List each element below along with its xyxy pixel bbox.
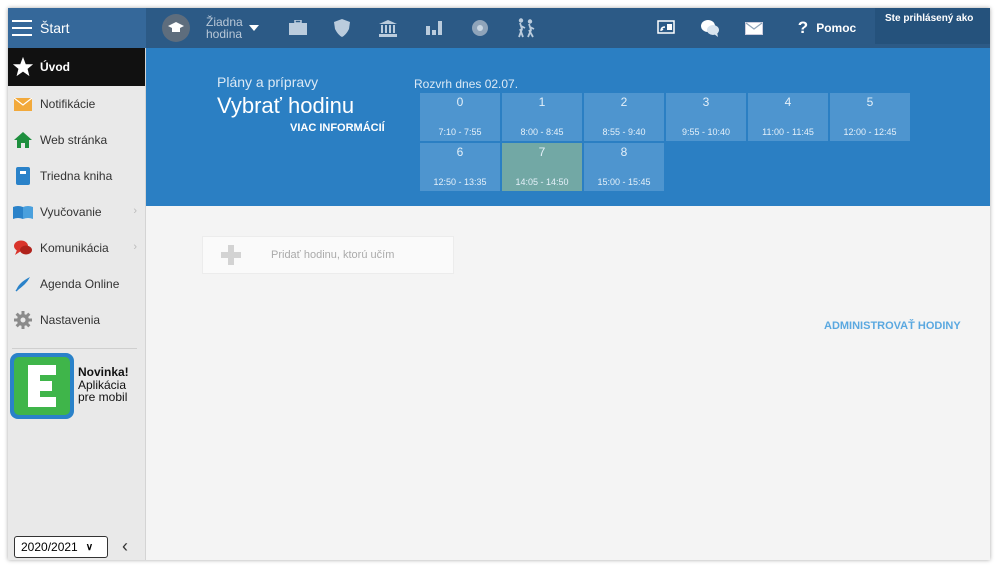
pen-icon: [12, 273, 34, 295]
start-menu-button[interactable]: Štart: [8, 8, 146, 48]
screen-share-button[interactable]: [654, 8, 678, 48]
start-label: Štart: [40, 20, 70, 36]
statistics-button[interactable]: [422, 8, 446, 48]
question-mark-icon: ?: [797, 18, 809, 37]
sidebar-item-label: Web stránka: [40, 133, 108, 147]
schedule-slot-6[interactable]: 6 12:50 - 13:35: [420, 143, 500, 191]
sidebar-divider: [12, 348, 137, 349]
schedule-slot-3[interactable]: 3 9:55 - 10:40: [666, 93, 746, 141]
institution-icon: [379, 19, 397, 37]
page-title: Vybrať hodinu: [217, 93, 355, 118]
top-bar: Štart Žiadna hodina ? Pomoc Ste prihláse…: [8, 8, 990, 48]
sidebar: Úvod Notifikácie Web stránka Triedna kni…: [8, 48, 146, 560]
briefcase-button[interactable]: [286, 8, 310, 48]
star-icon: [12, 56, 34, 78]
page-header: Plány a prípravy Vybrať hodinu VIAC INFO…: [146, 48, 990, 206]
badge-button[interactable]: [468, 8, 492, 48]
sidebar-item-label: Vyučovanie: [40, 205, 102, 219]
sidebar-item-agenda-online[interactable]: Agenda Online: [8, 266, 145, 302]
book-icon: [12, 165, 34, 187]
sidebar-item-label: Notifikácie: [40, 97, 96, 111]
cast-screen-icon: [657, 20, 675, 34]
lesson-selector[interactable]: Žiadna hodina: [206, 8, 270, 48]
collapse-sidebar-button[interactable]: ‹: [122, 536, 128, 557]
chat-icon: [12, 237, 34, 259]
sidebar-item-uvod[interactable]: Úvod: [8, 48, 145, 86]
messages-button[interactable]: [698, 8, 722, 48]
promo-title: Novinka!: [78, 365, 129, 379]
logged-in-label: Ste prihlásený ako: [885, 13, 974, 24]
school-year-select[interactable]: 2020/2021 ∨: [14, 536, 108, 558]
chevron-right-icon: ›: [133, 205, 137, 217]
lesson-selector-line2: hodina: [206, 27, 243, 41]
mail-button[interactable]: [742, 8, 766, 48]
add-lesson-label: Pridať hodinu, ktorú učím: [271, 249, 395, 261]
help-button[interactable]: ? Pomoc: [790, 8, 864, 48]
open-book-icon: [12, 201, 34, 223]
main-content: Pridať hodinu, ktorú učím ADMINISTROVAŤ …: [146, 206, 990, 560]
school-year-value: 2020/2021: [21, 540, 78, 554]
sidebar-item-label: Agenda Online: [40, 277, 120, 291]
mobile-app-promo[interactable]: Novinka! Aplikácia pre mobil: [10, 353, 140, 423]
institution-button[interactable]: [376, 8, 400, 48]
schedule-slot-2[interactable]: 2 8:55 - 9:40: [584, 93, 664, 141]
schedule-slot-4[interactable]: 4 11:00 - 11:45: [748, 93, 828, 141]
chevron-down-icon: [248, 25, 259, 31]
promo-subtitle: Aplikácia pre mobil: [78, 378, 128, 404]
home-icon: [12, 129, 34, 151]
hiking-button[interactable]: [512, 8, 540, 48]
manage-lessons-link[interactable]: ADMINISTROVAŤ HODINY: [824, 320, 961, 332]
sidebar-item-web-stranka[interactable]: Web stránka: [8, 122, 145, 158]
app-window: Štart Žiadna hodina ? Pomoc Ste prihláse…: [8, 8, 990, 560]
plus-icon: [221, 245, 241, 265]
shield-button[interactable]: [330, 8, 354, 48]
sidebar-item-label: Úvod: [40, 60, 70, 74]
sidebar-item-nastavenia[interactable]: Nastavenia: [8, 302, 145, 338]
sidebar-item-label: Triedna kniha: [40, 169, 113, 183]
hikers-icon: [518, 18, 535, 38]
add-lesson-button[interactable]: Pridať hodinu, ktorú učím: [202, 236, 454, 274]
sidebar-item-komunikacia[interactable]: Komunikácia ›: [8, 230, 145, 266]
schedule-label: Rozvrh dnes 02.07.: [414, 77, 519, 91]
schedule-slot-0[interactable]: 0 7:10 - 7:55: [420, 93, 500, 141]
speech-bubbles-icon: [701, 20, 719, 37]
hamburger-icon: [12, 20, 32, 36]
chevron-left-icon: ‹: [122, 536, 128, 556]
gear-icon: [12, 309, 34, 331]
chevron-down-icon: ∨: [85, 541, 94, 553]
badge-icon: [472, 20, 488, 36]
sidebar-item-vyucovanie[interactable]: Vyučovanie ›: [8, 194, 145, 230]
more-info-link[interactable]: VIAC INFORMÁCIÍ: [290, 122, 385, 134]
sidebar-item-notifikacie[interactable]: Notifikácie: [8, 86, 145, 122]
envelope-icon: [12, 93, 34, 115]
schedule-slot-1[interactable]: 1 8:00 - 8:45: [502, 93, 582, 141]
schedule-slot-7[interactable]: 7 14:05 - 14:50: [502, 143, 582, 191]
bar-chart-icon: [426, 21, 442, 35]
shield-icon: [334, 19, 350, 37]
briefcase-icon: [289, 20, 307, 35]
envelope-icon: [745, 21, 763, 35]
edupage-logo: [10, 353, 74, 419]
graduation-cap-button[interactable]: [160, 8, 192, 48]
sidebar-item-label: Nastavenia: [40, 313, 101, 327]
sidebar-item-label: Komunikácia: [40, 241, 109, 255]
chevron-right-icon: ›: [133, 241, 137, 253]
graduation-cap-icon: [162, 14, 190, 42]
sidebar-item-triedna-kniha[interactable]: Triedna kniha: [8, 158, 145, 194]
page-subtitle: Plány a prípravy: [217, 74, 319, 90]
schedule-slot-8[interactable]: 8 15:00 - 15:45: [584, 143, 664, 191]
schedule-slot-5[interactable]: 5 12:00 - 12:45: [830, 93, 910, 141]
help-label: Pomoc: [816, 21, 857, 35]
user-menu[interactable]: Ste prihlásený ako: [875, 8, 990, 44]
